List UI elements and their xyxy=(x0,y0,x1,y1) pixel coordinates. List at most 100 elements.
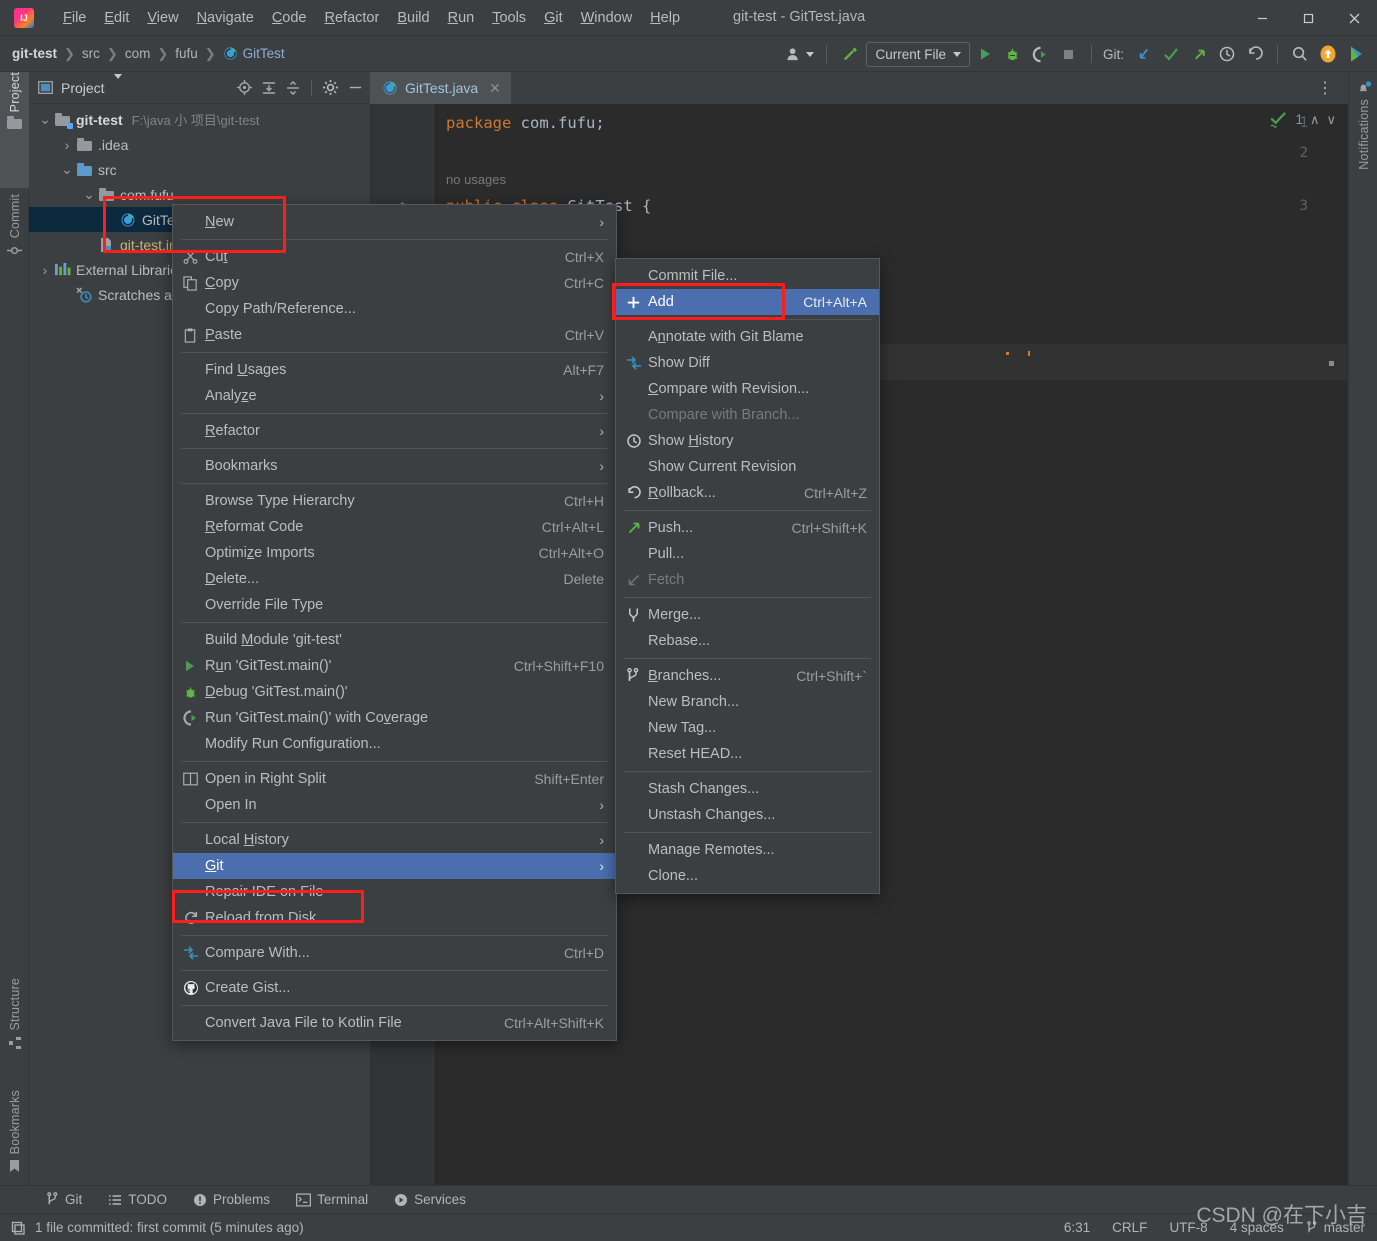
menu-item-override-file-type[interactable]: Override File Type xyxy=(173,592,616,618)
chevron-down-icon[interactable]: ⌄ xyxy=(37,111,53,128)
menu-item-copy-path[interactable]: Copy Path/Reference... xyxy=(173,296,616,322)
menu-item-cut[interactable]: Cut Ctrl+X xyxy=(173,244,616,270)
menu-item-open-in-right-split[interactable]: Open in Right Split Shift+Enter xyxy=(173,766,616,792)
run-configuration-selector[interactable]: Current File xyxy=(866,41,970,67)
menu-item-browse-type-hierarchy[interactable]: Browse Type Hierarchy Ctrl+H xyxy=(173,488,616,514)
sidebar-item-project[interactable]: Project xyxy=(0,72,29,188)
editor-options-kebab-icon[interactable]: ⋮ xyxy=(1304,72,1348,104)
submenu-item-reset-head[interactable]: Reset HEAD... xyxy=(616,741,879,767)
menu-item-reformat-code[interactable]: Reformat Code Ctrl+Alt+L xyxy=(173,514,616,540)
history-clock-icon[interactable] xyxy=(1214,41,1240,67)
git-submenu[interactable]: Commit File... Add Ctrl+Alt+A Annotate w… xyxy=(615,258,880,894)
collapse-all-icon[interactable] xyxy=(285,80,301,96)
menu-item-delete[interactable]: Delete... Delete xyxy=(173,566,616,592)
menu-item-run-main[interactable]: Run 'GitTest.main()' Ctrl+Shift+F10 xyxy=(173,653,616,679)
inspection-widget[interactable]: 1 ∧ ∨ xyxy=(1269,110,1336,129)
next-problem-icon[interactable]: ∨ xyxy=(1326,112,1336,128)
tool-window-services[interactable]: Services xyxy=(382,1187,478,1213)
push-arrow-icon[interactable] xyxy=(1186,41,1212,67)
menu-code[interactable]: Code xyxy=(263,6,316,30)
status-message-group[interactable]: 1 file committed: first commit (5 minute… xyxy=(10,1220,304,1236)
sidebar-item-notifications[interactable]: Notifications xyxy=(1349,72,1377,252)
ai-assistant-icon[interactable] xyxy=(1343,41,1369,67)
run-with-coverage-icon[interactable] xyxy=(1028,41,1054,67)
menu-item-local-history[interactable]: Local History › xyxy=(173,827,616,853)
chevron-right-icon[interactable]: › xyxy=(59,137,75,153)
menu-item-git[interactable]: Git › xyxy=(173,853,616,879)
menu-item-refactor[interactable]: Refactor › xyxy=(173,418,616,444)
submenu-item-push[interactable]: Push... Ctrl+Shift+K xyxy=(616,515,879,541)
menu-item-paste[interactable]: Paste Ctrl+V xyxy=(173,322,616,348)
chevron-down-icon[interactable]: ⌄ xyxy=(59,161,75,178)
close-icon[interactable]: ✕ xyxy=(489,80,501,97)
menu-item-create-gist[interactable]: Create Gist... xyxy=(173,975,616,1001)
submenu-item-show-history[interactable]: Show History xyxy=(616,428,879,454)
line-separator[interactable]: CRLF xyxy=(1112,1220,1147,1235)
submenu-item-show-diff[interactable]: Show Diff xyxy=(616,350,879,376)
rollback-icon[interactable] xyxy=(1242,41,1268,67)
submenu-item-show-current-revision[interactable]: Show Current Revision xyxy=(616,454,879,480)
stop-icon[interactable] xyxy=(1056,41,1082,67)
menu-item-debug-main[interactable]: Debug 'GitTest.main()' xyxy=(173,679,616,705)
tool-window-terminal[interactable]: Terminal xyxy=(284,1187,380,1213)
caret-position[interactable]: 6:31 xyxy=(1064,1220,1090,1235)
menu-help[interactable]: Help xyxy=(641,6,689,30)
close-button[interactable] xyxy=(1331,0,1377,36)
submenu-item-new-tag[interactable]: New Tag... xyxy=(616,715,879,741)
update-project-icon[interactable] xyxy=(1130,41,1156,67)
breadcrumb-item-com[interactable]: com xyxy=(125,46,151,61)
menu-item-find-usages[interactable]: Find Usages Alt+F7 xyxy=(173,357,616,383)
tab-gittest-java[interactable]: GitTest.java ✕ xyxy=(370,72,511,104)
settings-gear-icon[interactable] xyxy=(322,79,339,96)
commit-checkmark-icon[interactable] xyxy=(1158,41,1184,67)
menu-refactor[interactable]: Refactor xyxy=(316,6,389,30)
submenu-item-rollback[interactable]: Rollback... Ctrl+Alt+Z xyxy=(616,480,879,506)
breadcrumb-item-src[interactable]: src xyxy=(82,46,100,61)
submenu-item-manage-remotes[interactable]: Manage Remotes... xyxy=(616,837,879,863)
tree-node-idea[interactable]: › .idea xyxy=(29,132,370,157)
chevron-right-icon[interactable]: › xyxy=(37,262,53,278)
menu-tools[interactable]: Tools xyxy=(483,6,535,30)
indent-setting[interactable]: 4 spaces xyxy=(1230,1220,1284,1235)
breadcrumb-item-class[interactable]: GitTest xyxy=(223,46,285,61)
submenu-item-new-branch[interactable]: New Branch... xyxy=(616,689,879,715)
menu-git[interactable]: Git xyxy=(535,6,572,30)
chevron-down-icon[interactable]: ⌄ xyxy=(81,186,97,203)
tool-window-problems[interactable]: Problems xyxy=(181,1187,282,1213)
file-encoding[interactable]: UTF-8 xyxy=(1169,1220,1207,1235)
submenu-item-rebase[interactable]: Rebase... xyxy=(616,628,879,654)
hammer-icon[interactable] xyxy=(836,41,864,67)
menu-item-optimize-imports[interactable]: Optimize Imports Ctrl+Alt+O xyxy=(173,540,616,566)
menu-window[interactable]: Window xyxy=(572,6,642,30)
menu-view[interactable]: View xyxy=(138,6,187,30)
file-context-menu[interactable]: New › Cut Ctrl+X Copy Ctrl+C Copy Path/R… xyxy=(172,204,617,1041)
tree-node-git-test[interactable]: ⌄ git-test F:\java 小 项目\git-test xyxy=(29,107,370,132)
sidebar-item-commit[interactable]: Commit xyxy=(0,194,29,306)
menu-item-analyze[interactable]: Analyze › xyxy=(173,383,616,409)
menu-item-reload-from-disk[interactable]: Reload from Disk xyxy=(173,905,616,931)
ide-update-icon[interactable] xyxy=(1315,41,1341,67)
minimize-button[interactable] xyxy=(1239,0,1285,36)
submenu-item-stash-changes[interactable]: Stash Changes... xyxy=(616,776,879,802)
maximize-button[interactable] xyxy=(1285,0,1331,36)
submenu-item-compare-with-revision[interactable]: Compare with Revision... xyxy=(616,376,879,402)
hide-panel-icon[interactable] xyxy=(347,79,364,96)
menu-item-copy[interactable]: Copy Ctrl+C xyxy=(173,270,616,296)
submenu-item-pull[interactable]: Pull... xyxy=(616,541,879,567)
select-opened-file-icon[interactable] xyxy=(236,79,253,96)
menu-item-repair-ide-on-file[interactable]: Repair IDE on File xyxy=(173,879,616,905)
menu-item-convert-java-to-kotlin[interactable]: Convert Java File to Kotlin File Ctrl+Al… xyxy=(173,1010,616,1036)
menu-file[interactable]: File xyxy=(54,6,95,30)
menu-run[interactable]: Run xyxy=(439,6,484,30)
submenu-item-add[interactable]: Add Ctrl+Alt+A xyxy=(616,289,879,315)
submenu-item-commit-file[interactable]: Commit File... xyxy=(616,263,879,289)
tree-node-src[interactable]: ⌄ src xyxy=(29,157,370,182)
menu-item-build-module[interactable]: Build Module 'git-test' xyxy=(173,627,616,653)
menu-item-bookmarks[interactable]: Bookmarks › xyxy=(173,453,616,479)
sidebar-item-structure[interactable]: Structure xyxy=(0,978,29,1082)
chevron-down-icon[interactable] xyxy=(113,73,122,97)
previous-problem-icon[interactable]: ∧ xyxy=(1310,112,1320,128)
breadcrumb-item-fufu[interactable]: fufu xyxy=(175,46,198,61)
submenu-item-unstash-changes[interactable]: Unstash Changes... xyxy=(616,802,879,828)
tool-window-todo[interactable]: TODO xyxy=(96,1187,179,1213)
